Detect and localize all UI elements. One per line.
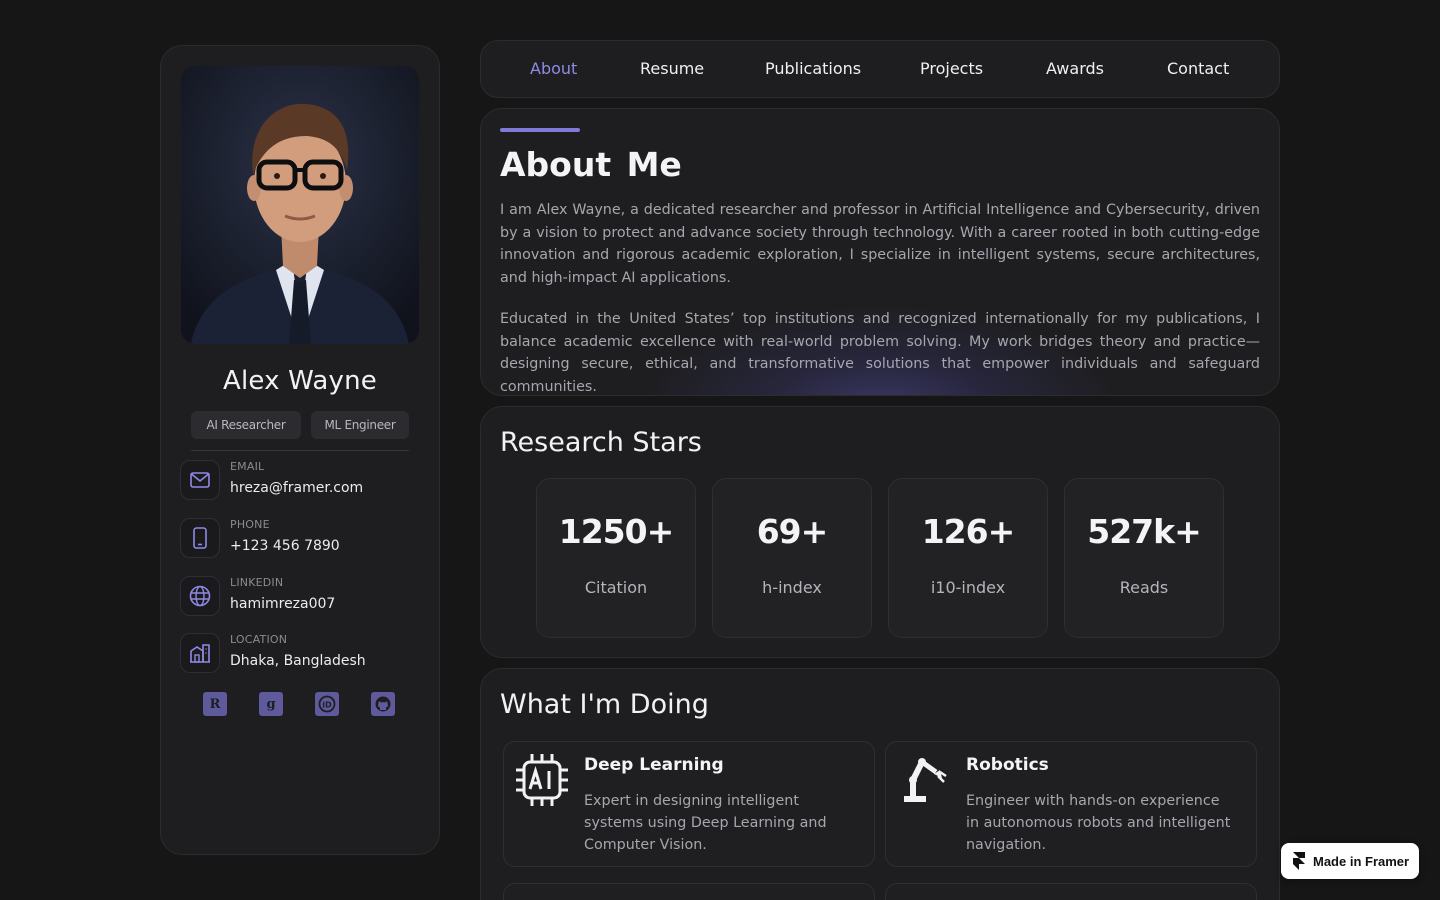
nav-awards[interactable]: Awards (1046, 59, 1104, 78)
about-title: About Me (500, 145, 682, 184)
services-title: What I'm Doing (500, 689, 709, 720)
research-title: Research Stars (500, 427, 702, 458)
contact-location[interactable]: LOCATION Dhaka, Bangladesh (180, 633, 420, 677)
service-title: Robotics (966, 755, 1049, 775)
stat-card-reads: 527k+ Reads (1064, 478, 1224, 638)
github-icon[interactable] (371, 692, 395, 716)
service-card-deep-learning: Deep Learning Expert in designing intell… (503, 741, 875, 867)
stat-card-i10-index: 126+ i10-index (888, 478, 1048, 638)
research-stars-section: Research Stars 1250+ Citation 69+ h-inde… (480, 406, 1280, 658)
contact-value[interactable]: hamimreza007 (230, 596, 335, 612)
researchgate-icon[interactable]: R (203, 692, 227, 716)
stat-value: 126+ (921, 512, 1016, 551)
stat-label: h-index (762, 578, 822, 597)
globe-icon (180, 576, 220, 616)
made-in-framer-badge[interactable]: Made in Framer (1281, 843, 1419, 879)
nav-contact[interactable]: Contact (1167, 59, 1229, 78)
framer-icon (1293, 852, 1305, 870)
stat-card-citation: 1250+ Citation (536, 478, 696, 638)
stat-label: Reads (1119, 578, 1169, 597)
role-tag-ml-engineer: ML Engineer (311, 411, 409, 439)
contact-linkedin[interactable]: LINKEDIN hamimreza007 (180, 576, 420, 620)
about-section: About Me I am Alex Wayne, a dedicated re… (480, 108, 1280, 396)
contact-value: Dhaka, Bangladesh (230, 653, 366, 669)
phone-icon (180, 518, 220, 558)
contact-label: EMAIL (230, 460, 265, 473)
top-navigation: About Resume Publications Projects Award… (480, 40, 1280, 98)
building-icon (180, 633, 220, 673)
contact-label: LINKEDIN (230, 576, 284, 589)
service-card (503, 883, 875, 900)
about-paragraph-2: Educated in the United States’ top insti… (500, 311, 1260, 395)
service-description: Expert in designing intelligent systems … (584, 793, 827, 853)
google-scholar-icon[interactable]: g (259, 692, 283, 716)
stat-value: 69+ (756, 512, 829, 551)
nav-resume[interactable]: Resume (640, 59, 704, 78)
contact-value[interactable]: +123 456 7890 (230, 538, 340, 554)
robot-arm-icon (896, 752, 952, 808)
contact-label: PHONE (230, 518, 270, 531)
role-tag-ai-researcher: AI Researcher (191, 411, 301, 439)
service-card (885, 883, 1257, 900)
profile-sidebar: Alex Wayne AI Researcher ML Engineer EMA… (160, 45, 440, 855)
nav-about[interactable]: About (530, 59, 577, 78)
stat-card-h-index: 69+ h-index (712, 478, 872, 638)
badge-label: Made in Framer (1313, 853, 1410, 869)
contact-label: LOCATION (230, 633, 288, 646)
profile-name: Alex Wayne (222, 366, 378, 396)
services-section: What I'm Doing Deep Learning Expert in d… (480, 668, 1280, 900)
svg-text:iD: iD (322, 701, 332, 710)
stat-label: Citation (584, 578, 648, 597)
service-card-robotics: Robotics Engineer with hands-on experien… (885, 741, 1257, 867)
contact-phone[interactable]: PHONE +123 456 7890 (180, 518, 420, 562)
title-accent-bar (500, 128, 580, 132)
stat-label: i10-index (930, 578, 1006, 597)
social-links: R g iD (203, 692, 395, 716)
ai-chip-icon (514, 752, 570, 808)
service-description: Engineer with hands-on experience in aut… (966, 793, 1231, 853)
portrait-image (181, 66, 419, 344)
contact-email[interactable]: EMAIL hreza@framer.com (180, 460, 420, 504)
about-paragraph-1: I am Alex Wayne, a dedicated researcher … (500, 202, 1260, 286)
profile-portrait (181, 66, 419, 344)
nav-projects[interactable]: Projects (920, 59, 983, 78)
sidebar-divider (191, 450, 409, 451)
orcid-icon[interactable]: iD (315, 692, 339, 716)
stat-value: 1250+ (558, 512, 675, 551)
service-title: Deep Learning (584, 755, 724, 775)
contact-value[interactable]: hreza@framer.com (230, 480, 363, 496)
stat-value: 527k+ (1087, 512, 1201, 551)
mail-icon (180, 460, 220, 500)
nav-publications[interactable]: Publications (765, 59, 861, 78)
